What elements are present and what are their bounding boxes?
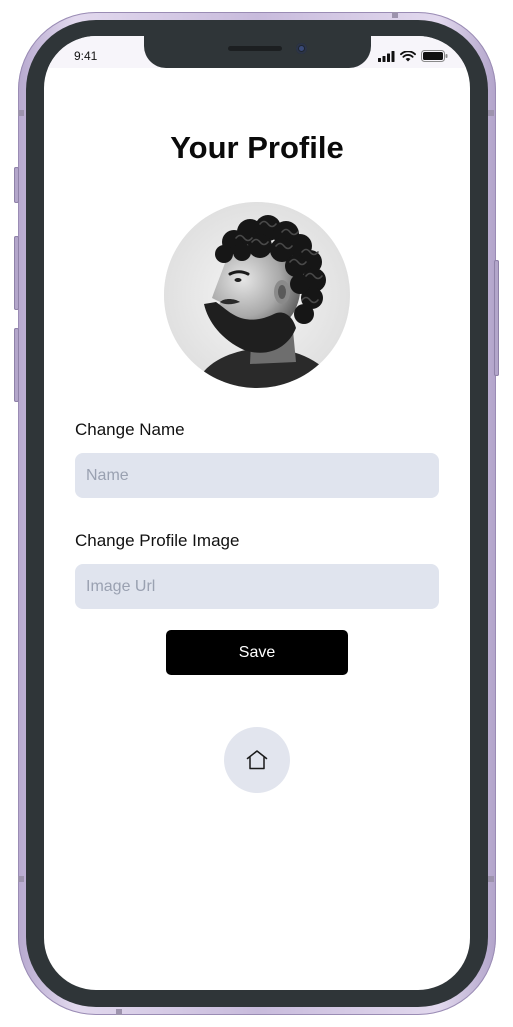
wifi-icon bbox=[400, 50, 416, 61]
page-title: Your Profile bbox=[170, 130, 344, 165]
status-time: 9:41 bbox=[74, 49, 98, 63]
antenna-band bbox=[18, 110, 24, 116]
action-button bbox=[14, 167, 19, 203]
power-button bbox=[494, 260, 499, 376]
avatar bbox=[164, 202, 350, 388]
antenna-band bbox=[18, 876, 24, 882]
home-icon bbox=[246, 750, 268, 770]
profile-photo bbox=[164, 202, 350, 388]
volume-down-button bbox=[14, 328, 19, 402]
notch bbox=[144, 36, 371, 68]
name-input[interactable] bbox=[75, 453, 439, 498]
antenna-band bbox=[488, 876, 494, 882]
volume-up-button bbox=[14, 236, 19, 310]
home-button[interactable] bbox=[224, 727, 290, 793]
change-profile-image-label: Change Profile Image bbox=[75, 531, 240, 550]
phone-screen: 9:41 Your Profile Change Name Name Chang… bbox=[44, 36, 470, 990]
save-button[interactable]: Save bbox=[166, 630, 348, 675]
camera-icon bbox=[296, 43, 307, 54]
change-name-label: Change Name bbox=[75, 420, 185, 439]
status-icons bbox=[378, 50, 448, 62]
signal-icon bbox=[378, 50, 395, 62]
speaker-grille bbox=[228, 46, 282, 51]
battery-icon bbox=[421, 50, 448, 62]
antenna-band bbox=[116, 1009, 122, 1015]
image-url-input[interactable] bbox=[75, 564, 439, 609]
antenna-band bbox=[392, 12, 398, 18]
antenna-band bbox=[488, 110, 494, 116]
